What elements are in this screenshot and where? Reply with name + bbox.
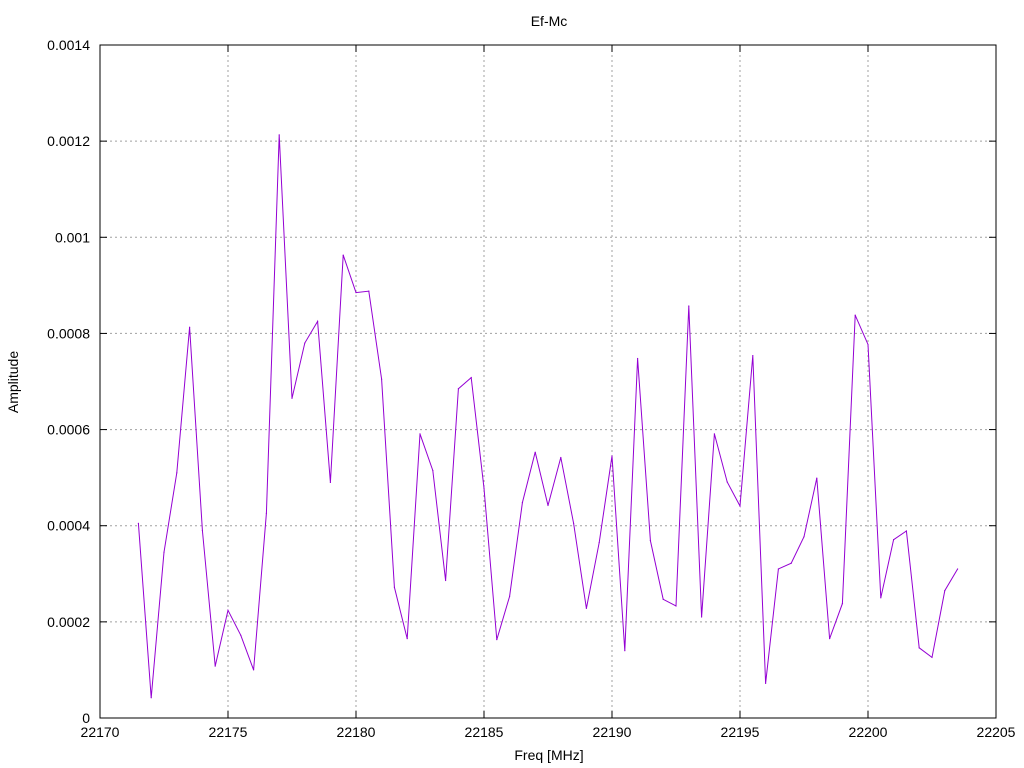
data-point [701,616,703,618]
data-point [406,638,408,640]
x-tick-label: 22190 [593,724,632,740]
plot-border [99,44,997,719]
data-point [201,529,203,532]
data-point [854,314,856,316]
data-point [265,512,267,514]
data-point [189,326,191,328]
x-tick-label: 22195 [721,724,760,740]
x-tick-label: 22200 [849,724,888,740]
data-point [227,609,229,611]
data-point [496,639,498,641]
data-point [470,377,472,379]
data-point [585,607,588,609]
data-point [419,433,421,435]
data-point [790,562,792,564]
data-point [176,472,178,474]
y-tick-label: 0 [82,710,90,726]
y-tick-label: 0.0012 [47,133,90,149]
data-point [214,665,216,667]
y-tick-label: 0.0014 [47,37,90,53]
data-point [765,682,767,684]
data-point [957,568,959,570]
data-point [368,290,370,292]
data-point [880,597,882,599]
data-point [329,481,331,484]
data-point [752,354,754,357]
series-line [137,134,959,698]
data-point [521,502,524,504]
grid [100,45,996,718]
data-point [944,590,946,592]
x-axis-label: Freq [MHz] [514,747,583,763]
data-point [829,638,831,640]
y-axis-label: Amplitude [5,351,21,413]
data-point [150,697,152,699]
data-point [445,579,447,582]
y-tick-label: 0.0008 [47,325,90,341]
data-point [457,388,459,390]
data-point [726,481,728,483]
data-point [688,305,690,307]
data-point [355,291,357,294]
data-point [483,487,485,489]
data-point [816,477,818,479]
data-point [393,586,395,588]
x-tick-label: 22185 [465,724,504,740]
data-point [624,650,626,652]
data-point [291,397,293,399]
data-point [573,522,575,524]
y-tick-label: 0.001 [55,229,90,245]
data-point [777,568,780,570]
x-tick-label: 22205 [977,724,1016,740]
data-point [560,456,562,459]
data-point [240,634,242,636]
data-point [317,320,319,323]
data-point [867,343,869,346]
y-tick-label: 0.0006 [47,422,90,438]
y-tick-label: 0.0004 [47,518,90,534]
data-point [432,469,434,472]
data-point [163,551,165,553]
data-point [137,522,139,524]
data-point [662,598,664,600]
series-layer [137,134,959,699]
data-point [893,539,895,541]
x-tick-label: 22170 [81,724,120,740]
data-point [803,536,805,538]
data-point [253,669,255,671]
data-point [381,378,383,380]
data-point [637,357,639,360]
data-point [931,656,933,659]
line-chart: 22170 22175 22180 22185 22190 22195 22200 22205… [5,13,1016,763]
data-point [918,647,920,649]
data-point [534,451,536,453]
x-tick-label: 22175 [209,724,248,740]
data-point [278,134,280,136]
data-point [713,433,716,435]
axes [99,44,997,719]
data-point [342,254,344,256]
data-point [739,505,741,507]
chart-title: Ef-Mc [531,13,568,29]
data-point [841,602,844,605]
x-tick-label: 22180 [337,724,376,740]
y-tick-label: 0.0002 [47,614,90,630]
data-point [598,541,600,544]
data-point [611,455,613,457]
data-point [509,595,511,597]
data-point [675,605,677,607]
data-point [547,504,549,507]
data-point [905,530,908,532]
data-point [304,342,306,344]
data-point [649,540,652,542]
